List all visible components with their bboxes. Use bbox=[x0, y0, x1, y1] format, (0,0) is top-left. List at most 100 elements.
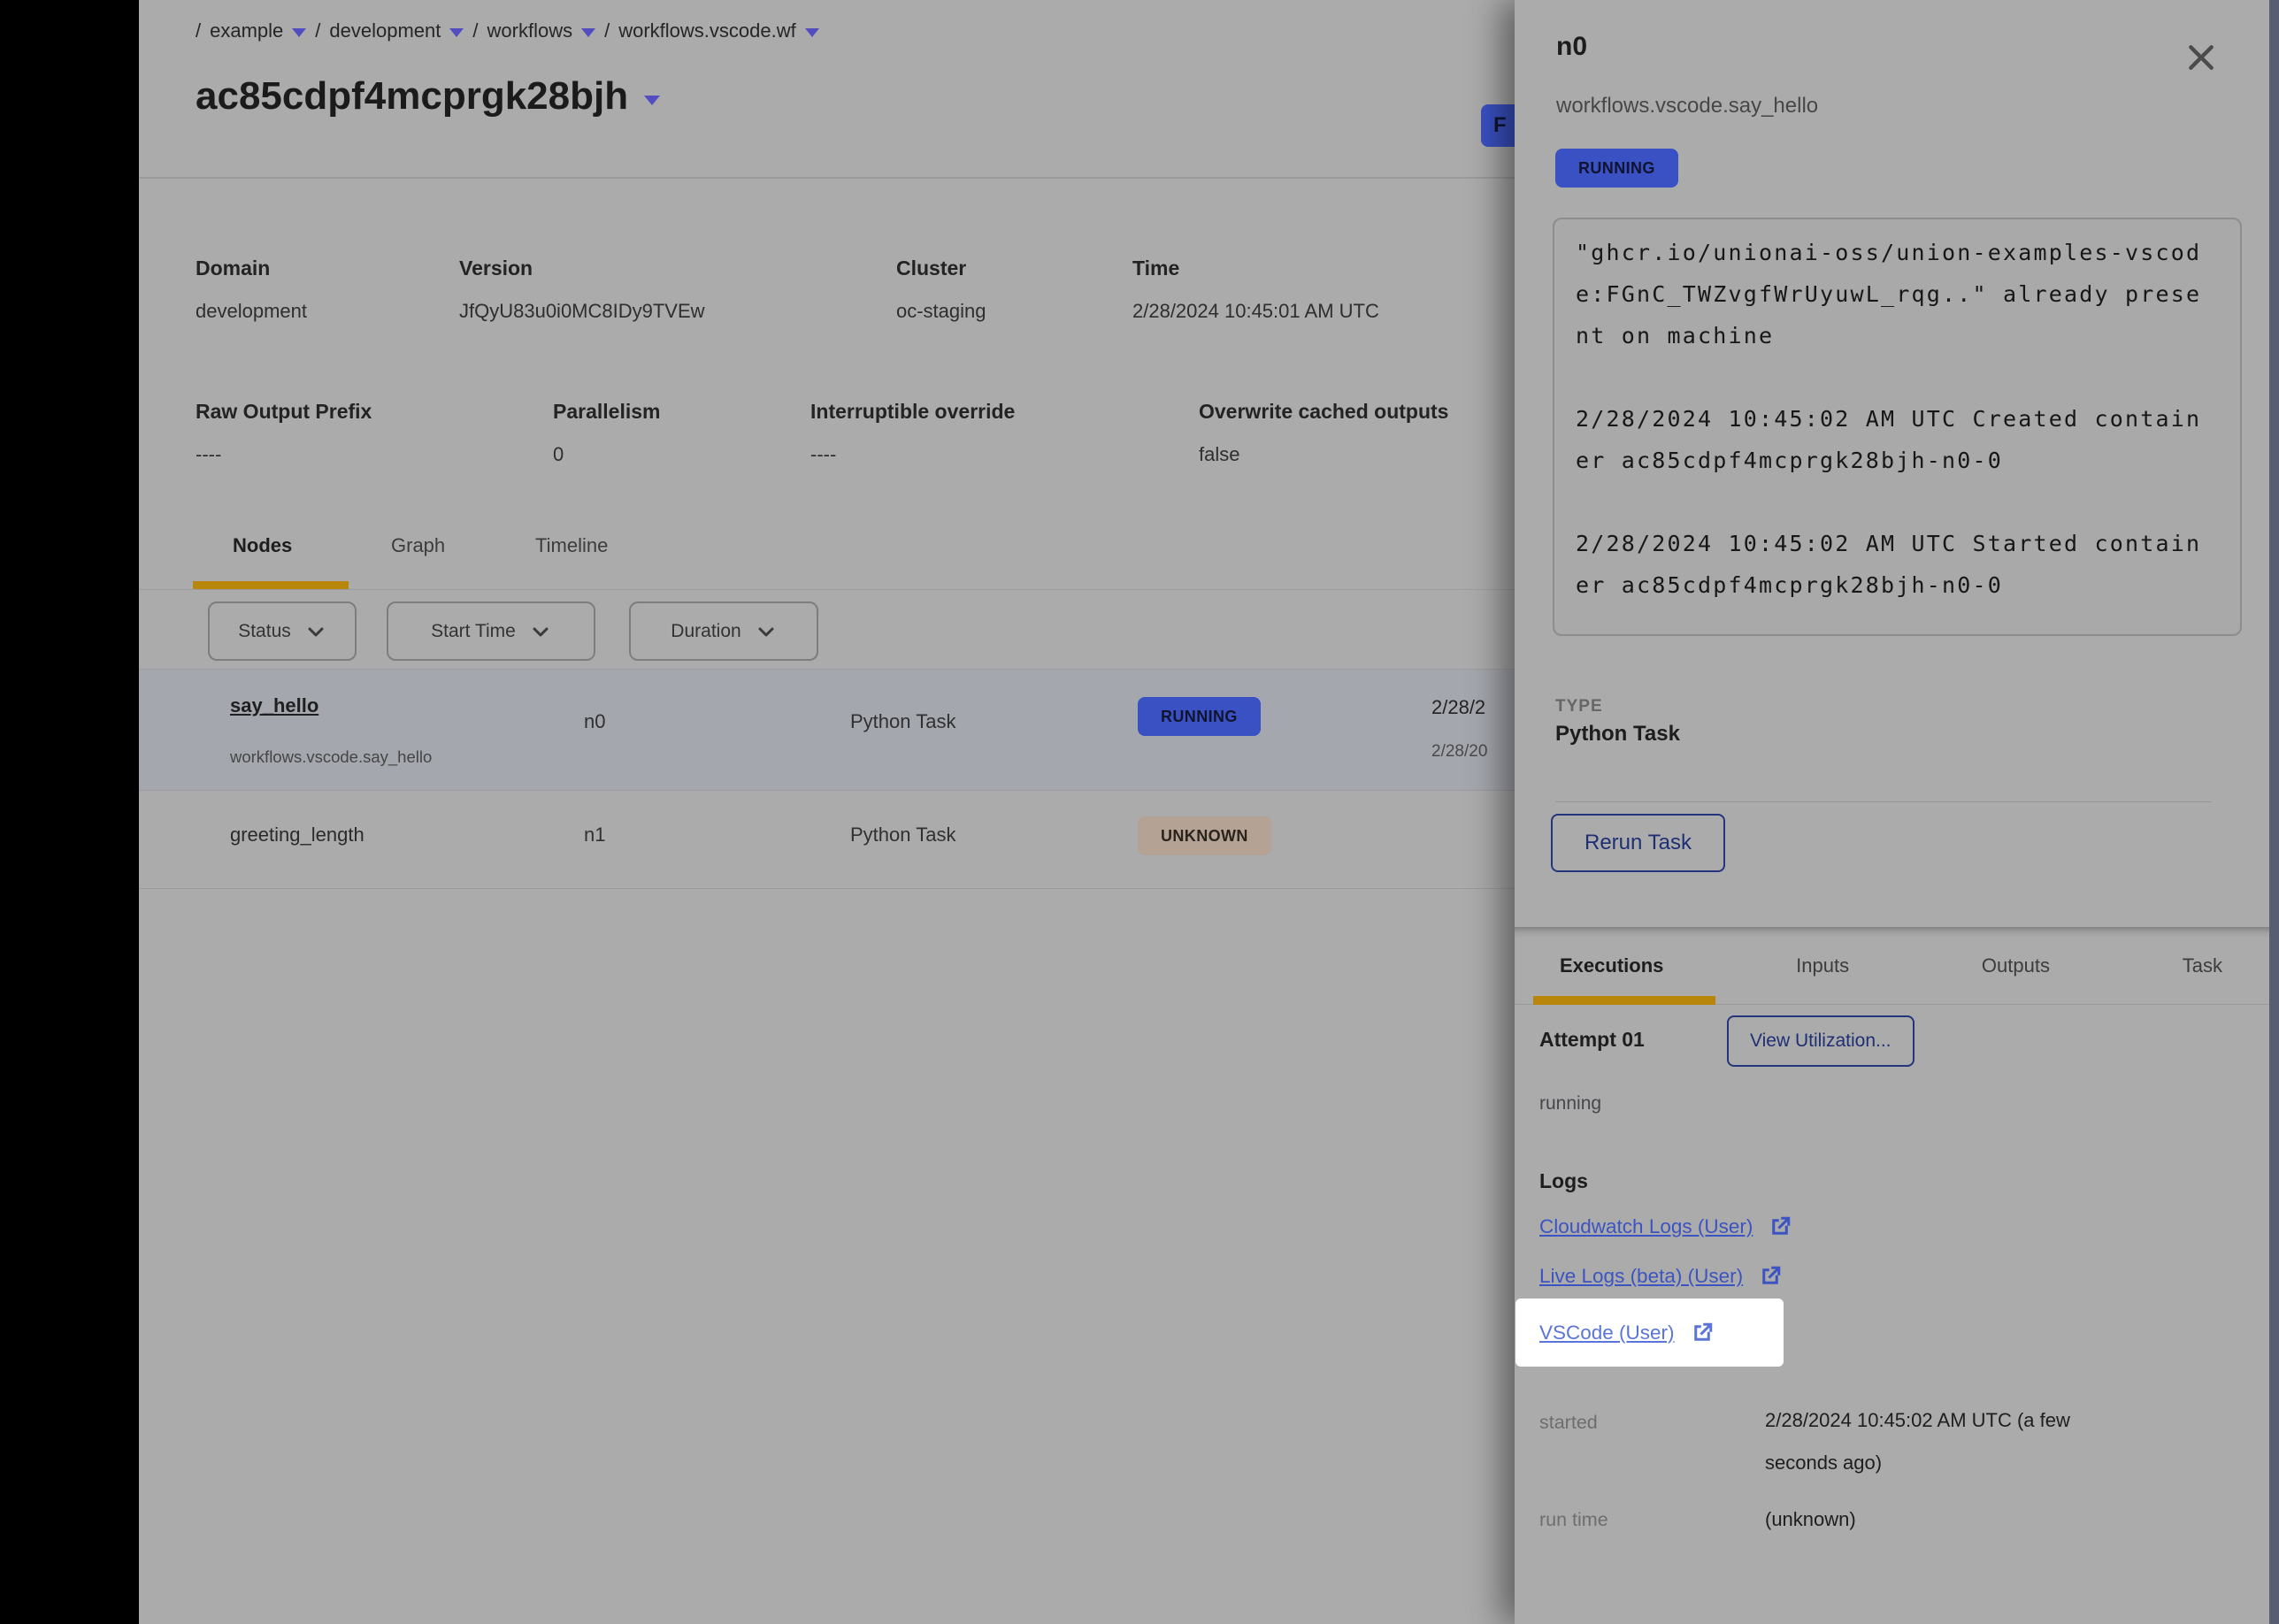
meta-label: Parallelism bbox=[553, 400, 660, 424]
start-time-line2: 2/28/20 bbox=[1431, 742, 1487, 762]
vscode-link[interactable]: VSCode (User) bbox=[1539, 1320, 1715, 1346]
tab-outputs[interactable]: Outputs bbox=[1982, 954, 2050, 977]
active-tab-indicator bbox=[1533, 996, 1715, 1005]
chevron-down-icon[interactable] bbox=[644, 96, 660, 105]
panel-tab-bar: Executions Inputs Outputs Task bbox=[1515, 927, 2279, 1005]
meta-raw-output-prefix: Raw Output Prefix ---- bbox=[196, 400, 372, 466]
log-line: 2/28/2024 10:45:02 AM UTC Created contai… bbox=[1576, 398, 2219, 440]
scrollbar[interactable] bbox=[2269, 0, 2279, 1624]
node-name[interactable]: greeting_length bbox=[230, 823, 364, 846]
log-output-box[interactable]: "ghcr.io/unionai-oss/union-examples-vsco… bbox=[1553, 218, 2242, 636]
tab-executions[interactable]: Executions bbox=[1560, 954, 1663, 977]
meta-label: Version bbox=[459, 257, 705, 280]
external-link-icon bbox=[1689, 1320, 1715, 1346]
cloudwatch-logs-link[interactable]: Cloudwatch Logs (User) bbox=[1539, 1214, 1793, 1240]
type-value: Python Task bbox=[1555, 722, 1680, 747]
log-line: er ac85cdpf4mcprgk28bjh-n0-0 bbox=[1576, 440, 2219, 481]
status-badge: UNKNOWN bbox=[1138, 816, 1271, 855]
breadcrumb: / example / development / workflows / wo… bbox=[196, 19, 819, 42]
meta-value: development bbox=[196, 300, 307, 323]
node-type-cell: Python Task bbox=[850, 710, 955, 733]
breadcrumb-item-workflows[interactable]: workflows bbox=[487, 19, 573, 42]
link-label: Cloudwatch Logs (User) bbox=[1539, 1215, 1753, 1238]
meta-time: Time 2/28/2024 10:45:01 AM UTC bbox=[1132, 257, 1379, 323]
tabs-divider bbox=[139, 589, 1515, 590]
chevron-down-icon bbox=[305, 621, 326, 642]
table-row[interactable]: say_hello workflows.vscode.say_hello n0 … bbox=[139, 670, 1515, 791]
log-line bbox=[1576, 356, 2219, 398]
tab-task[interactable]: Task bbox=[2183, 954, 2222, 977]
panel-divider bbox=[1555, 801, 2212, 802]
log-line: "ghcr.io/unionai-oss/union-examples-vsco… bbox=[1576, 232, 2219, 273]
tutorial-spotlight: VSCode (User) bbox=[1515, 1298, 1784, 1367]
active-tab-indicator bbox=[193, 581, 349, 589]
chevron-down-icon[interactable] bbox=[449, 28, 464, 37]
node-details-panel: n0 workflows.vscode.say_hello RUNNING "g… bbox=[1515, 0, 2279, 1624]
external-link-icon bbox=[1767, 1214, 1793, 1240]
meta-value: ---- bbox=[810, 443, 1015, 466]
status-badge: RUNNING bbox=[1555, 149, 1678, 188]
node-subtitle: workflows.vscode.say_hello bbox=[230, 747, 432, 767]
partial-badge-text: F bbox=[1493, 113, 1507, 138]
attempt-label: Attempt 01 bbox=[1539, 1028, 1645, 1052]
close-icon[interactable] bbox=[2183, 40, 2219, 75]
meta-cluster: Cluster oc-staging bbox=[896, 257, 986, 323]
meta-parallelism: Parallelism 0 bbox=[553, 400, 660, 466]
filter-label: Status bbox=[238, 621, 291, 642]
node-type-cell: Python Task bbox=[850, 823, 955, 846]
meta-value: 0 bbox=[553, 443, 660, 466]
filter-duration[interactable]: Duration bbox=[629, 601, 818, 661]
status-badge: RUNNING bbox=[1138, 697, 1261, 736]
meta-value: JfQyU83u0i0MC8IDy9TVEw bbox=[459, 300, 705, 323]
tab-nodes[interactable]: Nodes bbox=[233, 534, 292, 557]
link-label: VSCode (User) bbox=[1539, 1321, 1675, 1344]
view-utilization-button[interactable]: View Utilization... bbox=[1727, 1015, 1915, 1067]
breadcrumb-item-domain[interactable]: development bbox=[329, 19, 441, 42]
tab-inputs[interactable]: Inputs bbox=[1796, 954, 1849, 977]
rerun-task-button[interactable]: Rerun Task bbox=[1551, 814, 1725, 872]
breadcrumb-separator: / bbox=[472, 19, 478, 42]
filter-start-time[interactable]: Start Time bbox=[387, 601, 595, 661]
execution-page: / example / development / workflows / wo… bbox=[139, 0, 1515, 1624]
meta-value: ---- bbox=[196, 443, 372, 466]
log-line: 2/28/2024 10:45:02 AM UTC Started contai… bbox=[1576, 523, 2219, 564]
execution-id: ac85cdpf4mcprgk28bjh bbox=[196, 74, 628, 119]
breadcrumb-separator: / bbox=[604, 19, 610, 42]
chevron-down-icon[interactable] bbox=[581, 28, 595, 37]
chevron-down-icon[interactable] bbox=[292, 28, 306, 37]
meta-label: Domain bbox=[196, 257, 307, 280]
log-line: er ac85cdpf4mcprgk28bjh-n0-0 bbox=[1576, 564, 2219, 606]
left-black-rail bbox=[0, 0, 139, 1624]
node-link[interactable]: say_hello bbox=[230, 694, 318, 717]
runtime-label: run time bbox=[1539, 1509, 1608, 1531]
tab-graph[interactable]: Graph bbox=[391, 534, 445, 557]
execution-id-title: ac85cdpf4mcprgk28bjh bbox=[196, 74, 660, 119]
live-logs-link[interactable]: Live Logs (beta) (User) bbox=[1539, 1263, 1784, 1290]
log-line: e:FGnC_TWZvgfWrUyuwL_rqg.." already pres… bbox=[1576, 273, 2219, 315]
meta-domain: Domain development bbox=[196, 257, 307, 323]
meta-label: Raw Output Prefix bbox=[196, 400, 372, 424]
meta-value: 2/28/2024 10:45:01 AM UTC bbox=[1132, 300, 1379, 323]
panel-title: n0 bbox=[1556, 32, 1587, 62]
filter-status[interactable]: Status bbox=[208, 601, 357, 661]
log-line bbox=[1576, 481, 2219, 523]
table-row[interactable]: greeting_length n1 Python Task UNKNOWN bbox=[139, 792, 1515, 889]
breadcrumb-separator: / bbox=[315, 19, 320, 42]
meta-value: oc-staging bbox=[896, 300, 986, 323]
meta-interruptible-override: Interruptible override ---- bbox=[810, 400, 1015, 466]
tab-timeline[interactable]: Timeline bbox=[535, 534, 608, 557]
meta-overwrite-cached-outputs: Overwrite cached outputs false bbox=[1199, 400, 1526, 466]
breadcrumb-item-project[interactable]: example bbox=[210, 19, 283, 42]
runtime-value: (unknown) bbox=[1765, 1498, 1856, 1541]
chevron-down-icon bbox=[530, 621, 551, 642]
node-id-cell: n0 bbox=[584, 710, 605, 733]
chevron-down-icon[interactable] bbox=[805, 28, 819, 37]
meta-label: Interruptible override bbox=[810, 400, 1015, 424]
meta-version: Version JfQyU83u0i0MC8IDy9TVEw bbox=[459, 257, 705, 323]
breadcrumb-separator: / bbox=[196, 19, 201, 42]
meta-label: Time bbox=[1132, 257, 1379, 280]
chevron-down-icon bbox=[756, 621, 777, 642]
breadcrumb-item-workflow-name[interactable]: workflows.vscode.wf bbox=[618, 19, 796, 42]
started-value: 2/28/2024 10:45:02 AM UTC (a few seconds… bbox=[1765, 1399, 2088, 1484]
logs-heading: Logs bbox=[1539, 1169, 1588, 1193]
